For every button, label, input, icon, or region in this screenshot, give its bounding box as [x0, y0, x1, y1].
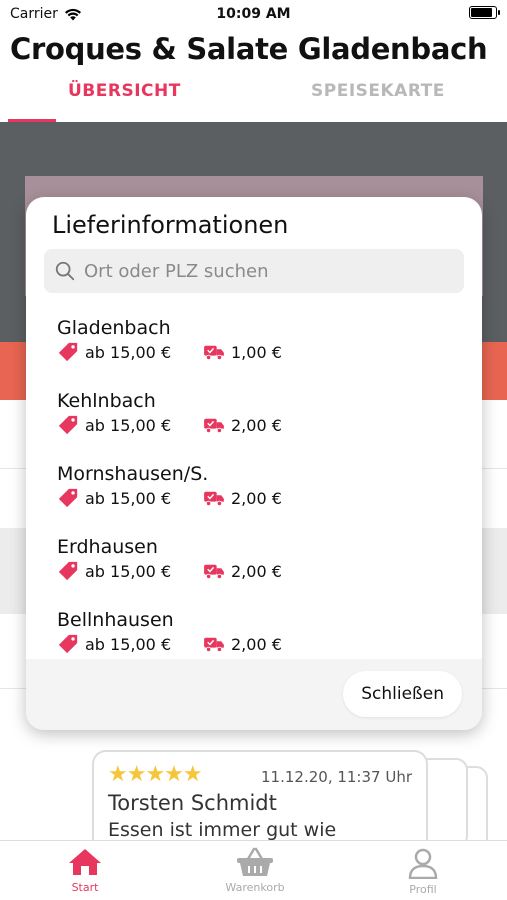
battery-icon: [469, 6, 500, 19]
list-item[interactable]: Kehlnbach ab 15,00 € 2,00 €: [57, 390, 457, 460]
delivery-truck-icon: [204, 418, 224, 434]
location-list[interactable]: Gladenbach ab 15,00 € 1,00 € Kehlnbach a…: [26, 307, 482, 659]
modal-title: Lieferinformationen: [52, 211, 289, 239]
review-author: Torsten Schmidt: [108, 791, 277, 815]
delivery-fee-value: 2,00 €: [231, 488, 282, 508]
home-icon: [69, 849, 101, 875]
delivery-info-row: ab 15,00 € 2,00 €: [57, 414, 457, 436]
price-tag-icon: [58, 342, 78, 362]
delivery-fee-value: 2,00 €: [231, 634, 282, 654]
bottom-tab-bar: Start Warenkorb Profil: [0, 840, 507, 900]
min-order-value: ab 15,00 €: [85, 488, 172, 508]
delivery-truck-icon: [204, 564, 224, 580]
tab-overview[interactable]: ÜBERSICHT: [68, 78, 181, 122]
search-icon: [55, 261, 75, 281]
tabbar-profile-label: Profil: [409, 883, 437, 896]
tabbar-cart[interactable]: Warenkorb: [210, 847, 300, 894]
min-order-value: ab 15,00 €: [85, 561, 172, 581]
list-item[interactable]: Gladenbach ab 15,00 € 1,00 €: [57, 317, 457, 387]
list-item[interactable]: Bellnhausen ab 15,00 € 2,00 €: [57, 609, 457, 659]
min-order-value: ab 15,00 €: [85, 415, 172, 435]
battery-indicator: [469, 6, 500, 19]
location-name: Bellnhausen: [57, 609, 174, 631]
delivery-fee-value: 1,00 €: [231, 342, 282, 362]
delivery-info-row: ab 15,00 € 2,00 €: [57, 633, 457, 655]
delivery-truck-icon: [204, 637, 224, 653]
review-text: Essen ist immer gut wie: [108, 819, 337, 841]
price-tag-icon: [58, 634, 78, 654]
review-date: 11.12.20, 11:37 Uhr: [261, 768, 412, 786]
location-name: Kehlnbach: [57, 390, 156, 412]
price-tag-icon: [58, 415, 78, 435]
delivery-fee-value: 2,00 €: [231, 561, 282, 581]
profile-icon: [408, 848, 438, 879]
price-tag-icon: [58, 488, 78, 508]
basket-icon: [237, 847, 273, 876]
status-time: 10:09 AM: [216, 6, 291, 22]
location-name: Erdhausen: [57, 536, 158, 558]
location-name: Mornshausen/S.: [57, 463, 209, 485]
tabbar-profile[interactable]: Profil: [378, 847, 468, 896]
top-tabs: ÜBERSICHT SPEISEKARTE: [0, 78, 507, 122]
delivery-info-row: ab 15,00 € 2,00 €: [57, 487, 457, 509]
delivery-info-row: ab 15,00 € 2,00 €: [57, 560, 457, 582]
search-input[interactable]: [84, 260, 444, 282]
search-box[interactable]: [44, 249, 464, 293]
min-order-value: ab 15,00 €: [85, 634, 172, 654]
modal-footer: Schließen: [26, 659, 482, 730]
delivery-info-row: ab 15,00 € 1,00 €: [57, 341, 457, 363]
min-order-value: ab 15,00 €: [85, 342, 172, 362]
list-item[interactable]: Erdhausen ab 15,00 € 2,00 €: [57, 536, 457, 606]
price-tag-icon: [58, 561, 78, 581]
close-button[interactable]: Schließen: [343, 671, 462, 717]
status-bar: Carrier 10:09 AM: [0, 0, 507, 28]
tabbar-start-label: Start: [71, 881, 99, 894]
tabbar-start[interactable]: Start: [40, 847, 130, 894]
review-carousel[interactable]: ★★★★★ 11.12.20, 11:37 Uhr Torsten Schmid…: [92, 750, 488, 860]
page-title: Croques & Salate Gladenbach: [10, 32, 488, 66]
delivery-fee-value: 2,00 €: [231, 415, 282, 435]
app-screen: Carrier 10:09 AM Croques & Salate Gladen…: [0, 0, 507, 900]
tabbar-cart-label: Warenkorb: [225, 881, 285, 894]
delivery-truck-icon: [204, 491, 224, 507]
location-name: Gladenbach: [57, 317, 171, 339]
delivery-truck-icon: [204, 345, 224, 361]
tab-menu[interactable]: SPEISEKARTE: [311, 78, 445, 122]
list-item[interactable]: Mornshausen/S. ab 15,00 € 2,00 €: [57, 463, 457, 533]
delivery-info-modal: Lieferinformationen Gladenbach ab 15,00 …: [26, 197, 482, 730]
